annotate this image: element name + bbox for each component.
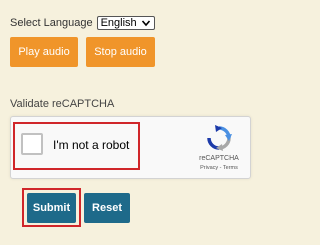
submit-highlight-box (22, 188, 81, 227)
language-selector-row: Select Language English (10, 14, 155, 32)
checkbox-highlight-box (13, 122, 140, 170)
validate-recaptcha-label: Validate reCAPTCHA (10, 98, 115, 110)
language-select-value: English (100, 17, 137, 29)
reset-button[interactable]: Reset (84, 193, 130, 223)
recaptcha-brand-text: reCAPTCHA (199, 155, 239, 162)
chevron-down-icon (141, 20, 150, 27)
language-select[interactable]: English (96, 16, 155, 30)
recaptcha-logo-icon (207, 125, 232, 151)
language-label: Select Language (10, 17, 93, 29)
recaptcha-privacy-terms-link[interactable]: Privacy - Terms (192, 165, 246, 171)
play-audio-button[interactable]: Play audio (10, 37, 78, 67)
stop-audio-button[interactable]: Stop audio (86, 37, 155, 67)
